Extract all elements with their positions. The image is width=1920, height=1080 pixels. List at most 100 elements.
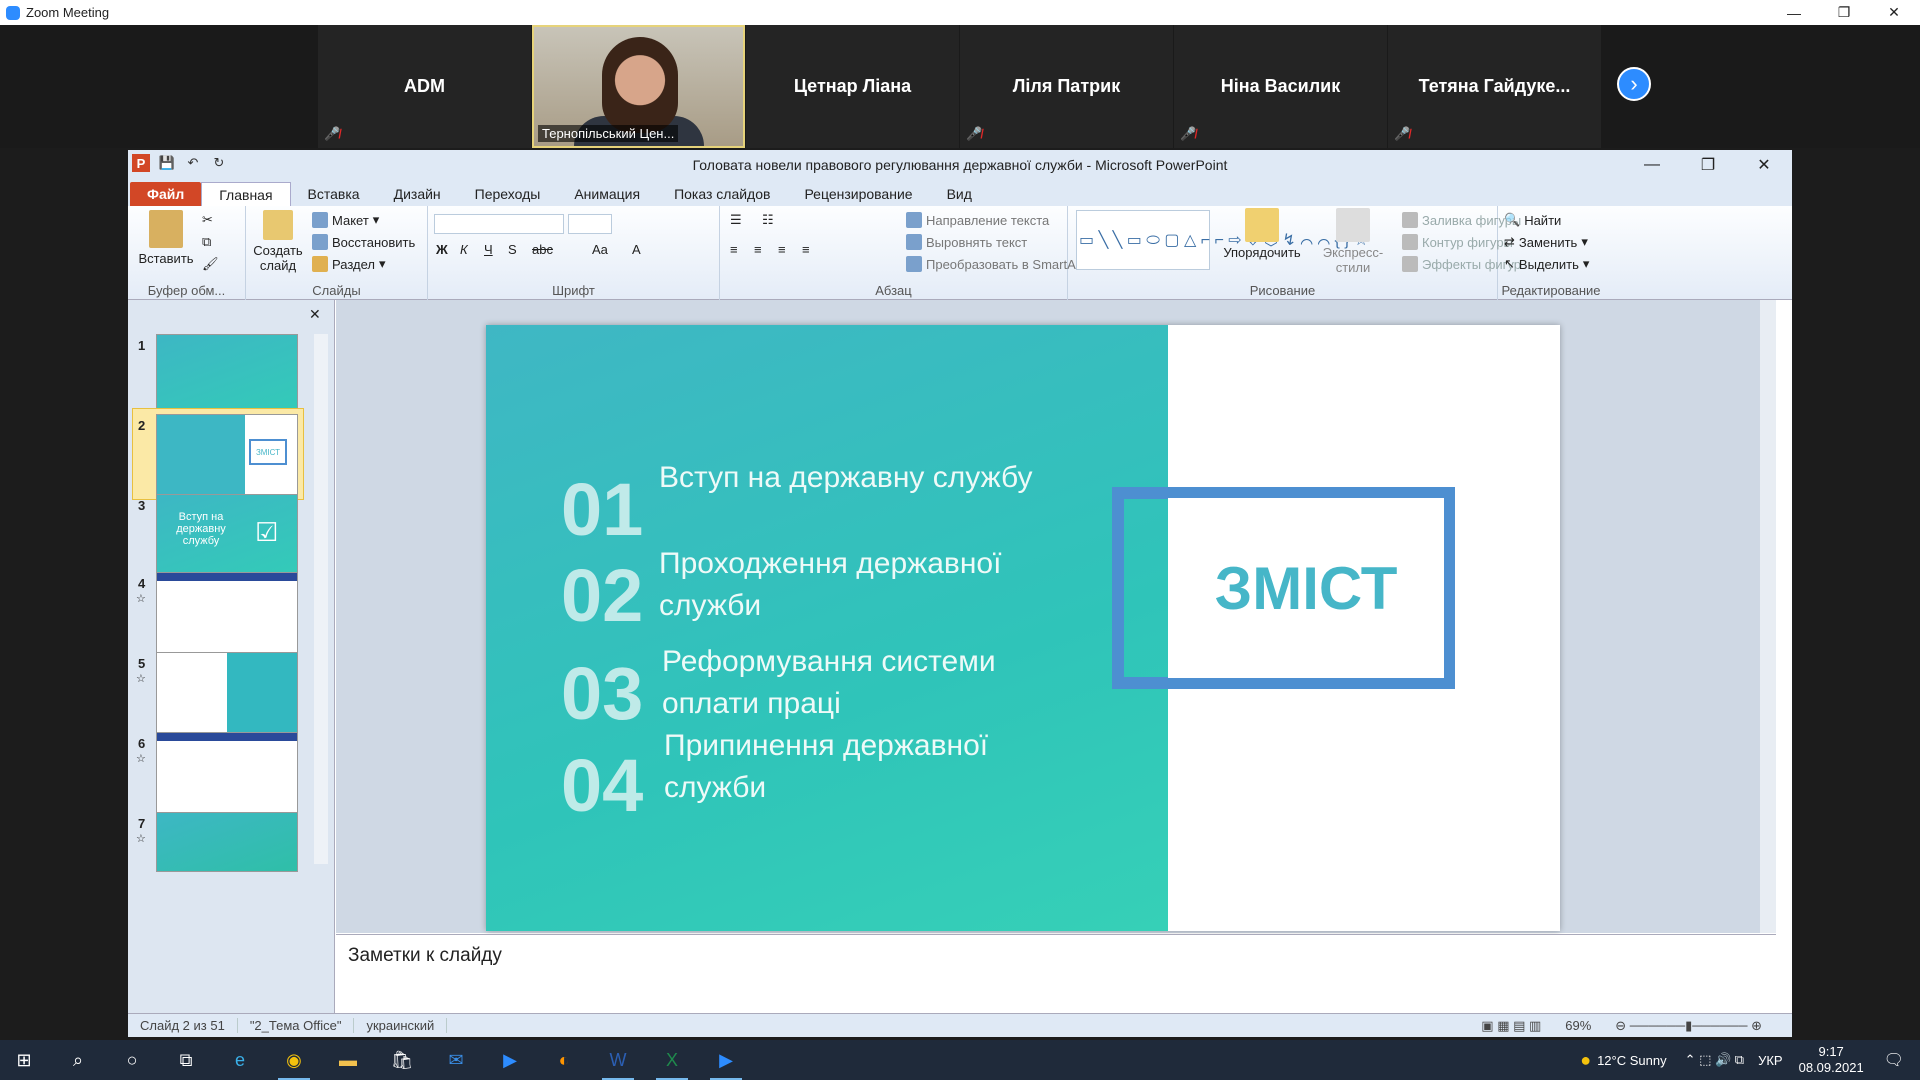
slide-thumbnail-7[interactable] — [156, 812, 298, 872]
italic-icon[interactable]: К — [460, 242, 468, 257]
editor-scrollbar[interactable] — [1760, 300, 1776, 933]
redo-icon[interactable]: ↻ — [210, 154, 228, 172]
align-text-button[interactable]: Выровнять текст — [906, 234, 1027, 250]
slide-thumbnail-1[interactable] — [156, 334, 298, 417]
new-slide-button[interactable]: Создать слайд — [250, 210, 306, 273]
ppt-minimize-button[interactable]: — — [1624, 150, 1680, 180]
word-icon[interactable]: W — [594, 1040, 642, 1080]
start-icon[interactable]: ⊞ — [0, 1040, 48, 1080]
shape-outline-button[interactable]: Контур фигуры — [1402, 234, 1513, 250]
tab-home[interactable]: Главная — [201, 182, 291, 206]
undo-icon[interactable]: ↶ — [184, 154, 202, 172]
tab-insert[interactable]: Вставка — [291, 182, 377, 206]
align-right-icon[interactable]: ≡ — [778, 242, 786, 257]
ppt-restore-button[interactable]: ❐ — [1680, 150, 1736, 180]
task-view-icon[interactable]: ⧉ — [162, 1040, 210, 1080]
tab-animation[interactable]: Анимация — [557, 182, 657, 206]
theme-name[interactable]: "2_Тема Office" — [238, 1018, 355, 1033]
slide-thumbnail-4[interactable] — [156, 572, 298, 655]
paste-button[interactable]: Вставить — [136, 210, 196, 266]
zoom-app-icon[interactable]: ▶ — [486, 1040, 534, 1080]
save-icon[interactable]: 💾 — [158, 154, 176, 172]
search-icon[interactable]: ⌕ — [54, 1040, 102, 1080]
language-indicator[interactable]: украинский — [354, 1018, 448, 1033]
cortana-icon[interactable]: ○ — [108, 1040, 156, 1080]
slide-thumbnail-6[interactable] — [156, 732, 298, 815]
thumbs-scrollbar[interactable] — [314, 334, 328, 864]
clock[interactable]: 9:17 08.09.2021 — [1799, 1044, 1864, 1076]
format-painter-icon[interactable]: 🖌 — [202, 256, 219, 272]
select-button[interactable]: ↖ Выделить ▾ — [1504, 256, 1589, 272]
firefox-icon[interactable]: ◐ — [540, 1040, 588, 1080]
bullets-icon[interactable]: ☰ — [730, 212, 742, 228]
participant-tile[interactable]: Ліля Патрик 🎤̸ — [960, 25, 1173, 148]
arrange-button[interactable]: Упорядочить — [1220, 208, 1304, 260]
text-direction-button[interactable]: Направление текста — [906, 212, 1049, 228]
cut-icon[interactable]: ✂ — [202, 212, 213, 228]
replace-label: Заменить — [1518, 234, 1578, 250]
participant-tile[interactable]: ADM 🎤̸ — [318, 25, 531, 148]
close-button[interactable]: ✕ — [1871, 0, 1917, 25]
font-color-icon[interactable]: A — [632, 242, 641, 257]
status-bar: Слайд 2 из 51 "2_Тема Office" украинский… — [128, 1013, 1792, 1037]
zoom-level[interactable]: 69% — [1553, 1018, 1603, 1033]
close-pane-icon[interactable]: ✕ — [309, 306, 321, 323]
tab-file[interactable]: Файл — [130, 182, 202, 206]
font-family-select[interactable] — [434, 214, 564, 234]
justify-icon[interactable]: ≡ — [802, 242, 810, 257]
notifications-icon[interactable]: 🗨 — [1884, 1050, 1904, 1070]
slide-thumbnail-5[interactable] — [156, 652, 298, 735]
minimize-button[interactable]: — — [1771, 0, 1817, 25]
restore-button[interactable]: ❐ — [1821, 0, 1867, 25]
tab-view[interactable]: Вид — [930, 182, 989, 206]
weather-text[interactable]: 12°C Sunny — [1597, 1053, 1667, 1068]
tab-slideshow[interactable]: Показ слайдов — [657, 182, 787, 206]
view-buttons[interactable]: ▣ ▦ ▤ ▥ — [1469, 1018, 1553, 1034]
align-center-icon[interactable]: ≡ — [754, 242, 762, 257]
copy-icon[interactable]: ⧉ — [202, 234, 211, 250]
slide-thumbnail-3[interactable]: Вступ на державну службу ☑ — [156, 494, 298, 577]
tray-icons[interactable]: ⌃ ⬚ 🔊 ⧉ — [1685, 1052, 1744, 1068]
change-case-icon[interactable]: Aa — [592, 242, 608, 257]
next-page-button[interactable]: › — [1617, 67, 1651, 101]
zoom-meeting-icon[interactable]: ▶ — [702, 1040, 750, 1080]
edge-icon[interactable]: e — [216, 1040, 264, 1080]
excel-icon[interactable]: X — [648, 1040, 696, 1080]
align-left-icon[interactable]: ≡ — [730, 242, 738, 257]
section-button[interactable]: Раздел ▾ — [312, 256, 386, 272]
participant-tile[interactable]: Цетнар Ліана — [746, 25, 959, 148]
strikethrough-icon[interactable]: abc — [532, 242, 553, 257]
new-slide-icon — [263, 210, 293, 240]
layout-button[interactable]: Макет ▾ — [312, 212, 379, 228]
reset-button[interactable]: Восстановить — [312, 234, 415, 250]
thumb-heading: ЗМІСТ — [249, 439, 287, 465]
zoom-slider[interactable]: ⊖ ──────▮────── ⊕ — [1603, 1018, 1792, 1034]
shadow-icon[interactable]: S — [508, 242, 517, 257]
file-explorer-icon[interactable]: ▬ — [324, 1040, 372, 1080]
tab-design[interactable]: Дизайн — [377, 182, 458, 206]
participant-tile[interactable]: Ніна Василик 🎤̸ — [1174, 25, 1387, 148]
slide-thumbnail-2[interactable]: ЗМІСТ — [156, 414, 298, 497]
numbering-icon[interactable]: ☷ — [762, 212, 774, 228]
current-slide[interactable]: 01 Вступ на державну службу 02 Проходжен… — [486, 325, 1560, 931]
tab-review[interactable]: Рецензирование — [787, 182, 929, 206]
item-number: 01 — [561, 468, 644, 551]
notes-field[interactable]: Заметки к слайду — [336, 934, 1776, 994]
underline-icon[interactable]: Ч — [484, 242, 493, 257]
ppt-close-button[interactable]: ✕ — [1736, 150, 1792, 180]
find-button[interactable]: 🔍 Найти — [1504, 212, 1561, 228]
smartart-label: Преобразовать в SmartArt — [926, 256, 1084, 272]
mail-icon[interactable]: ✉ — [432, 1040, 480, 1080]
participant-video-tile[interactable]: Тернопільський Цен... — [532, 25, 745, 148]
participant-tile[interactable]: Тетяна Гайдуке... 🎤̸ — [1388, 25, 1601, 148]
replace-button[interactable]: ⇄ Заменить ▾ — [1504, 234, 1588, 250]
font-size-select[interactable] — [568, 214, 612, 234]
bold-icon[interactable]: Ж — [436, 242, 448, 257]
quick-styles-button[interactable]: Экспресс-стили — [1306, 208, 1400, 275]
tab-transitions[interactable]: Переходы — [458, 182, 558, 206]
smartart-button[interactable]: Преобразовать в SmartArt — [906, 256, 1084, 272]
shapes-gallery[interactable]: ▭ ╲ ╲ ▭ ⬭ ▢ △ ⌐ ⌐ ⇨ ⇩ ⬡ ↯ ⌒ ⌒ { } ☆ — [1076, 210, 1368, 270]
input-language[interactable]: УКР — [1758, 1053, 1783, 1068]
chrome-icon[interactable]: ◉ — [270, 1040, 318, 1080]
store-icon[interactable]: 🛍 — [378, 1040, 426, 1080]
